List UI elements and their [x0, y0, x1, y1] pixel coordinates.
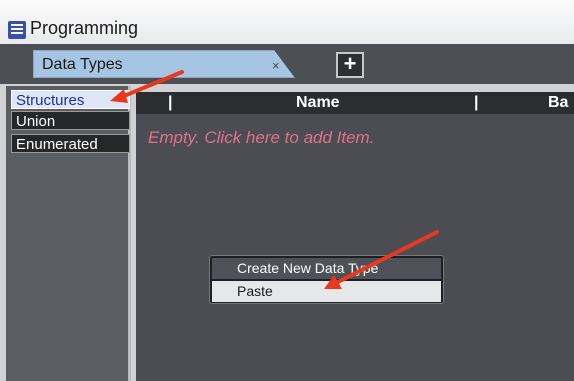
menu-item-create-new-data-type[interactable]: Create New Data Type [212, 258, 441, 279]
category-union[interactable]: Union [11, 111, 130, 130]
data-type-category-list: Structures Union Enumerated [6, 86, 131, 381]
add-tab-button[interactable]: + [336, 52, 364, 78]
category-enumerated[interactable]: Enumerated [11, 134, 130, 153]
window-title: Programming [30, 18, 139, 38]
tab-label: Data Types [42, 56, 123, 73]
column-header-base[interactable]: Ba [548, 94, 568, 112]
title-bar: Programming [0, 0, 574, 45]
menu-item-paste[interactable]: Paste [212, 281, 441, 302]
column-separator: | [474, 94, 479, 111]
list-icon [8, 21, 26, 39]
column-header-name[interactable]: Name [296, 94, 340, 112]
data-type-grid[interactable]: | Name | Ba Empty. Click here to add Ite… [136, 92, 574, 381]
column-separator: | [168, 94, 173, 111]
context-menu: Create New Data Type Paste [209, 255, 444, 304]
tab-data-types[interactable]: Data Types × [33, 50, 295, 78]
close-icon[interactable]: × [272, 58, 280, 73]
empty-add-item-prompt[interactable]: Empty. Click here to add Item. [148, 128, 374, 148]
grid-header: | Name | Ba [136, 92, 574, 114]
category-structures[interactable]: Structures [11, 90, 130, 109]
